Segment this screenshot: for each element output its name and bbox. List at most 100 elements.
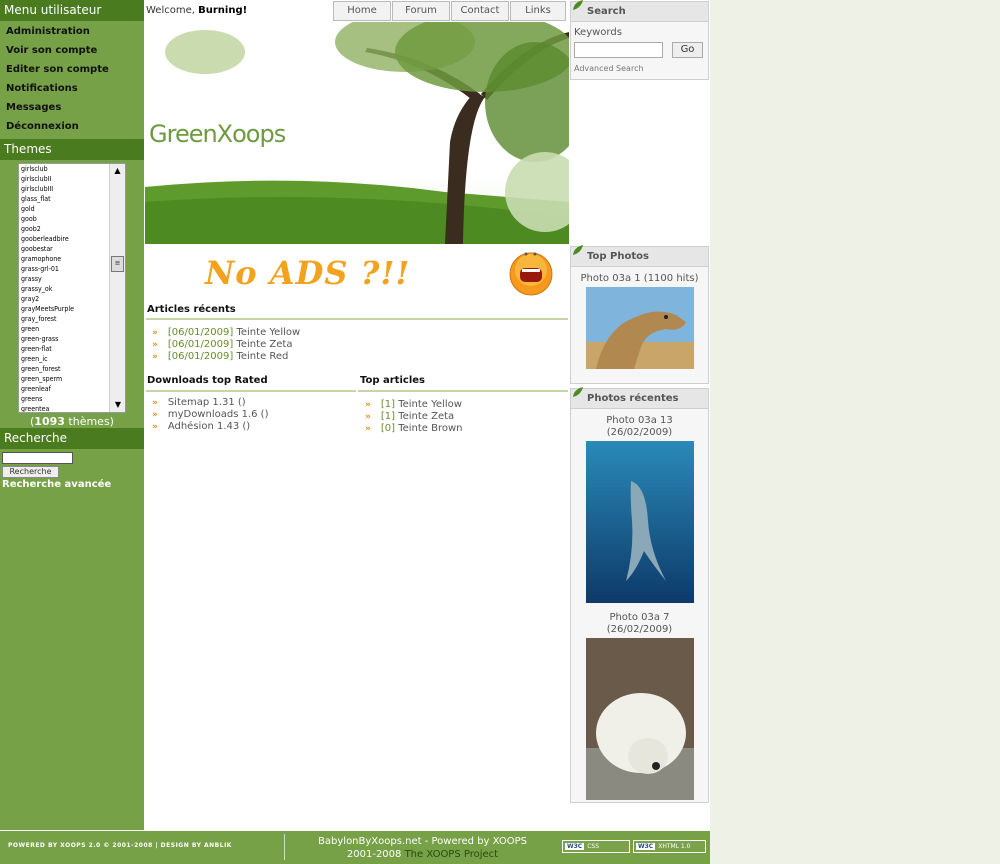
css-valid-badge[interactable]: W3C CSS	[562, 840, 630, 853]
recent-articles-title: Articles récents	[147, 304, 236, 315]
polar-bear-photo[interactable]	[585, 638, 694, 800]
theme-option[interactable]: green	[19, 324, 109, 334]
theme-option[interactable]: green-flat	[19, 344, 109, 354]
bullet-icon: »	[152, 422, 158, 432]
list-item[interactable]: » [06/01/2009] Teinte Zeta	[152, 339, 292, 350]
bullet-icon: »	[152, 398, 158, 408]
theme-option[interactable]: green-grass	[19, 334, 109, 344]
scroll-up-icon[interactable]: ▲	[110, 164, 125, 178]
leaf-icon	[573, 0, 583, 10]
menu-item-view-account[interactable]: Voir son compte	[0, 42, 144, 61]
theme-option[interactable]: gray_forest	[19, 314, 109, 324]
theme-option[interactable]: girlsclub	[19, 164, 109, 174]
keywords-input[interactable]	[574, 42, 663, 58]
tab-contact[interactable]: Contact	[451, 1, 509, 21]
top-photos-block: Top Photos Photo 03a 1 (1100 hits)	[570, 245, 709, 384]
divider	[146, 318, 568, 320]
list-item[interactable]: » myDownloads 1.6 ()	[152, 409, 268, 420]
divider	[146, 390, 356, 392]
theme-count: (1093 thèmes)	[30, 415, 114, 428]
recent-photo-caption[interactable]: Photo 03a 13 (26/02/2009)	[571, 415, 708, 439]
theme-option[interactable]: girlsclubIII	[19, 184, 109, 194]
theme-option[interactable]: green_ic	[19, 354, 109, 364]
theme-option[interactable]: grassy	[19, 274, 109, 284]
menu-item-logout[interactable]: Déconnexion	[0, 118, 144, 137]
menu-item-messages[interactable]: Messages	[0, 99, 144, 118]
keywords-label: Keywords	[574, 27, 622, 38]
theme-select-list[interactable]: girlsclub girlsclubII girlsclubIII glass_fl…	[18, 163, 126, 413]
shouting-emoticon-icon	[509, 252, 553, 296]
theme-option[interactable]: goob	[19, 214, 109, 224]
greenxoops-logo: GreenXoops	[149, 120, 286, 148]
list-item[interactable]: » [1] Teinte Yellow	[365, 399, 462, 410]
tab-forum[interactable]: Forum	[392, 1, 450, 21]
theme-option[interactable]: glass_flat	[19, 194, 109, 204]
theme-option[interactable]: grassy_ok	[19, 284, 109, 294]
recent-photos-block: Photos récentes Photo 03a 13 (26/02/2009…	[570, 387, 709, 803]
theme-scrollbar[interactable]: ▲ ≡ ▼	[109, 164, 125, 412]
list-item[interactable]: » [0] Teinte Brown	[365, 423, 463, 434]
theme-option[interactable]: goobestar	[19, 244, 109, 254]
bullet-icon: »	[365, 400, 371, 410]
theme-option[interactable]: girlsclubII	[19, 174, 109, 184]
list-item[interactable]: » [1] Teinte Zeta	[365, 411, 454, 422]
recherche-avancee-link[interactable]: Recherche avancée	[2, 479, 111, 490]
theme-option[interactable]: gramophone	[19, 254, 109, 264]
theme-option[interactable]: green_forest	[19, 364, 109, 374]
footer-separator	[284, 834, 285, 860]
bullet-icon: »	[152, 328, 158, 338]
go-button[interactable]: Go	[672, 42, 703, 58]
camel-photo[interactable]	[585, 287, 694, 369]
recherche-button[interactable]: Recherche	[2, 466, 59, 478]
menu-item-administration[interactable]: Administration	[0, 23, 144, 42]
top-photo-caption[interactable]: Photo 03a 1 (1100 hits)	[571, 273, 708, 285]
list-item[interactable]: » Adhésion 1.43 ()	[152, 421, 250, 432]
header-banner: GreenXoops	[145, 22, 569, 244]
list-item[interactable]: » [06/01/2009] Teinte Yellow	[152, 327, 300, 338]
theme-option[interactable]: greenleaf	[19, 384, 109, 394]
bullet-icon: »	[365, 412, 371, 422]
username: Burning!	[198, 5, 248, 16]
recent-photos-title: Photos récentes	[571, 387, 708, 409]
xhtml-valid-badge[interactable]: W3C XHTML 1.0	[633, 840, 706, 853]
theme-option[interactable]: goob2	[19, 224, 109, 234]
xoops-project-link[interactable]: The XOOPS Project	[405, 849, 499, 860]
theme-option[interactable]: gold	[19, 204, 109, 214]
recherche-input[interactable]	[2, 452, 73, 464]
scroll-thumb[interactable]: ≡	[111, 256, 124, 272]
recherche-title: Recherche	[0, 428, 144, 449]
theme-option[interactable]: grayMeetsPurple	[19, 304, 109, 314]
theme-option[interactable]: gooberleadbire	[19, 234, 109, 244]
top-articles-title: Top articles	[360, 375, 425, 386]
downloads-title: Downloads top Rated	[147, 375, 268, 386]
theme-option[interactable]: grass-grl-01	[19, 264, 109, 274]
no-ads-banner: No ADS ?!!	[200, 250, 500, 298]
bullet-icon: »	[152, 340, 158, 350]
theme-option[interactable]: greens	[19, 394, 109, 404]
page: Menu utilisateur Administration Voir son…	[0, 0, 710, 864]
tab-home[interactable]: Home	[333, 1, 391, 21]
theme-option[interactable]: gray2	[19, 294, 109, 304]
footer-copyright: BabylonByXoops.net - Powered by XOOPS 20…	[318, 836, 527, 860]
tab-links[interactable]: Links	[510, 1, 566, 21]
menu-item-notifications[interactable]: Notifications	[0, 80, 144, 99]
dolphin-photo[interactable]	[585, 441, 694, 603]
recent-photo-caption[interactable]: Photo 03a 7 (26/02/2009)	[571, 612, 708, 636]
welcome-message: Welcome, Burning!	[146, 5, 248, 16]
scroll-down-icon[interactable]: ▼	[110, 398, 125, 412]
footer: POWERED BY XOOPS 2.0 © 2001-2008 | DESIG…	[0, 831, 710, 864]
theme-options: girlsclub girlsclubII girlsclubIII glass_fl…	[19, 164, 109, 412]
divider	[358, 390, 568, 392]
theme-option[interactable]: greentea	[19, 404, 109, 412]
theme-option[interactable]: green_sperm	[19, 374, 109, 384]
menu-item-edit-account[interactable]: Editer son compte	[0, 61, 144, 80]
theme-count-value: 1093	[34, 415, 65, 428]
search-block-title: Search	[571, 0, 708, 22]
list-item[interactable]: » Sitemap 1.31 ()	[152, 397, 246, 408]
bullet-icon: »	[365, 424, 371, 434]
list-item[interactable]: » [06/01/2009] Teinte Red	[152, 351, 288, 362]
advanced-search-link[interactable]: Advanced Search	[574, 64, 644, 73]
search-block: Search Keywords Go Advanced Search	[570, 0, 709, 80]
bullet-icon: »	[152, 352, 158, 362]
leaf-icon	[573, 245, 583, 255]
